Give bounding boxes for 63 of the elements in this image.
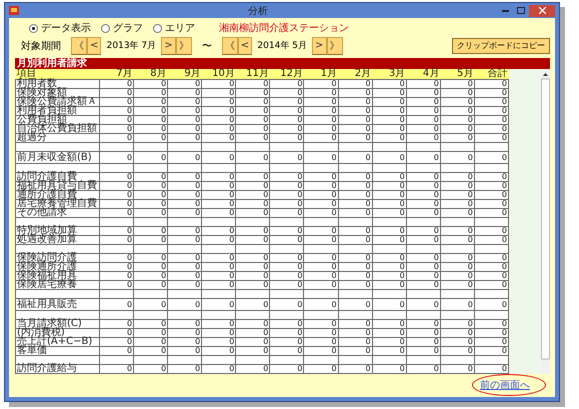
table-cell: 0 (406, 80, 440, 88)
window-title: 分析 (247, 4, 269, 18)
view-radio[interactable]: データ表示 (29, 21, 91, 35)
app-icon (9, 6, 19, 15)
month-value: 2013年 7月 (106, 40, 158, 52)
next-button[interactable]: > (312, 36, 327, 54)
table-cell: 0 (338, 80, 372, 88)
minimize-icon (502, 10, 508, 12)
row-label: 利用者負担額 (16, 106, 100, 116)
row-label: 自治体公費負担額 (16, 124, 100, 134)
column-header: 3月 (372, 69, 406, 80)
first-button[interactable]: 《 (71, 36, 87, 54)
table-cell: 0 (270, 80, 304, 88)
prev-button[interactable]: < (238, 36, 252, 54)
maximize-icon (517, 7, 525, 14)
table-cell: 0 (474, 80, 508, 88)
range-separator: 〜 (202, 40, 212, 52)
row-label: 保険公費請求額Ａ (16, 98, 100, 106)
first-button[interactable]: 《 (222, 36, 238, 54)
row-label: 福祉用具貸与自費 (16, 182, 100, 190)
row-label: (内消費税) (16, 328, 100, 338)
table-cell: 0 (372, 80, 406, 88)
row-label: その他請求 (16, 208, 100, 218)
close-button[interactable] (529, 4, 555, 16)
last-button[interactable]: 》 (326, 36, 343, 54)
column-header: 5月 (440, 69, 474, 80)
column-header: 4月 (406, 69, 440, 80)
month-value: 2014年 5月 (256, 40, 308, 52)
prev-button[interactable]: < (87, 36, 102, 54)
column-header: 2月 (338, 69, 372, 80)
row-label: 訪問介護給与 (16, 364, 100, 374)
row-label: 保険福祉用具 (16, 272, 100, 280)
table-cell: 0 (440, 80, 474, 88)
view-radio[interactable]: グラフ (101, 21, 143, 35)
station-name: 湘南柳訪問介護ステーション (219, 22, 349, 35)
back-link[interactable]: 前の画面へ (480, 378, 530, 392)
row-label: 保険訪問介護 (16, 254, 100, 262)
row-label: 超過分 (16, 134, 100, 142)
row-label: 保険通所介護 (16, 262, 100, 272)
row-label: 福祉用具販売 (16, 298, 100, 310)
row-label: 客単価 (16, 346, 100, 356)
period-label: 対象期間 (21, 40, 61, 52)
table-cell: 0 (236, 80, 270, 88)
view-radio[interactable]: エリア (153, 21, 195, 35)
table-cell: 0 (304, 80, 338, 88)
column-header: 合計 (474, 69, 508, 80)
row-label: 居宅療養管理自費 (16, 200, 100, 208)
scrollbar[interactable] (541, 69, 550, 374)
row-label: 前月未収金額(B) (16, 152, 100, 164)
last-button[interactable]: 》 (176, 36, 192, 54)
row-label: 保険居宅療養 (16, 280, 100, 290)
row-label: 処遇改善加算 (16, 236, 100, 244)
close-icon (538, 7, 546, 14)
section-header: 月別利用者請求 (15, 58, 550, 69)
next-button[interactable]: > (161, 36, 176, 54)
row-label: 売上計(A+C−B) (16, 338, 100, 346)
copy-button[interactable]: クリップボードにコピー (452, 38, 550, 54)
table-cell: 0 (100, 80, 134, 88)
row-label: 当月請求額(C) (16, 320, 100, 328)
table-cell: 0 (168, 80, 202, 88)
table-cell: 0 (134, 80, 168, 88)
table-cell: 0 (202, 80, 236, 88)
row-label: 特別地域加算 (16, 226, 100, 236)
